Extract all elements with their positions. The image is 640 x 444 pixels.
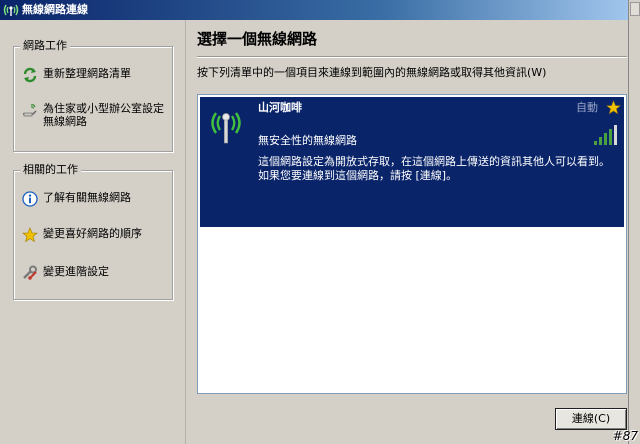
network-tasks-heading: 網路工作 [20, 39, 70, 53]
network-ssid: 山河咖啡 [258, 101, 302, 114]
window-right-edge [628, 0, 640, 444]
signal-bar [599, 137, 602, 145]
main-panel: 選擇一個無線網路 按下列清單中的一個項目來連線到範圍內的無線網路或取得其他資訊(… [187, 20, 628, 444]
task-pane: 網路工作 重新整理網路清單 為住家或小型辦公室設定無線網路 相關的工作 了解有關… [0, 20, 186, 444]
wireless-antenna-icon [211, 112, 241, 144]
setup-wireless-network-label: 為住家或小型辦公室設定無線網路 [43, 102, 164, 128]
signal-bar [614, 125, 617, 145]
learn-wireless-link[interactable]: 了解有關無線網路 [22, 191, 170, 207]
related-tasks-heading: 相關的工作 [20, 163, 81, 177]
info-icon [22, 191, 38, 207]
title-divider [197, 56, 627, 58]
network-description: 這個網路設定為開放式存取，在這個網路上傳送的資訊其他人可以看到。 如果您要連線到… [258, 155, 610, 182]
wireless-connection-window: 無線網路連線 網路工作 重新整理網路清單 為住家或小型辦公室設定無線網路 相關的… [0, 0, 640, 444]
settings-icon [23, 265, 37, 280]
watermark: #87 [612, 429, 638, 443]
change-advanced-settings-link[interactable]: 變更進階設定 [22, 265, 170, 281]
signal-bar [609, 129, 612, 145]
title-bar: 無線網路連線 [0, 0, 640, 20]
refresh-network-list-label: 重新整理網路清單 [43, 67, 131, 80]
wireless-icon [3, 4, 19, 16]
change-advanced-settings-label: 變更進階設定 [43, 265, 109, 278]
star-icon [22, 227, 38, 243]
change-preferred-order-label: 變更喜好網路的順序 [43, 227, 142, 240]
change-preferred-order-link[interactable]: 變更喜好網路的順序 [22, 227, 170, 243]
refresh-icon [23, 67, 37, 83]
network-list-item[interactable]: 山河咖啡 自動 無安全性的無線網路 這個網路設定為開放式存取，在這個網路上傳送的… [200, 97, 624, 227]
signal-strength-icon [594, 125, 617, 145]
related-tasks-group: 相關的工作 了解有關無線網路 變更喜好網路的順序 變更進階設定 [13, 163, 173, 300]
signal-bar [604, 133, 607, 145]
signal-bar [594, 141, 597, 145]
setup-wireless-network-link[interactable]: 為住家或小型辦公室設定無線網路 [22, 102, 170, 128]
page-title: 選擇一個無線網路 [197, 30, 318, 48]
security-type: 無安全性的無線網路 [258, 134, 357, 147]
learn-wireless-label: 了解有關無線網路 [43, 191, 131, 204]
instructions-text: 按下列清單中的一個項目來連線到範圍內的無線網路或取得其他資訊(W) [197, 66, 547, 79]
network-tasks-group: 網路工作 重新整理網路清單 為住家或小型辦公室設定無線網路 [13, 39, 173, 152]
preferred-star-icon [606, 100, 621, 115]
wireless-setup-icon [23, 104, 37, 117]
close-button[interactable] [630, 2, 640, 16]
network-list[interactable]: 山河咖啡 自動 無安全性的無線網路 這個網路設定為開放式存取，在這個網路上傳送的… [197, 94, 627, 394]
refresh-network-list-link[interactable]: 重新整理網路清單 [22, 67, 170, 83]
connection-status: 自動 [576, 101, 598, 114]
window-title: 無線網路連線 [22, 3, 88, 16]
connect-button[interactable]: 連線(C) [555, 408, 627, 430]
